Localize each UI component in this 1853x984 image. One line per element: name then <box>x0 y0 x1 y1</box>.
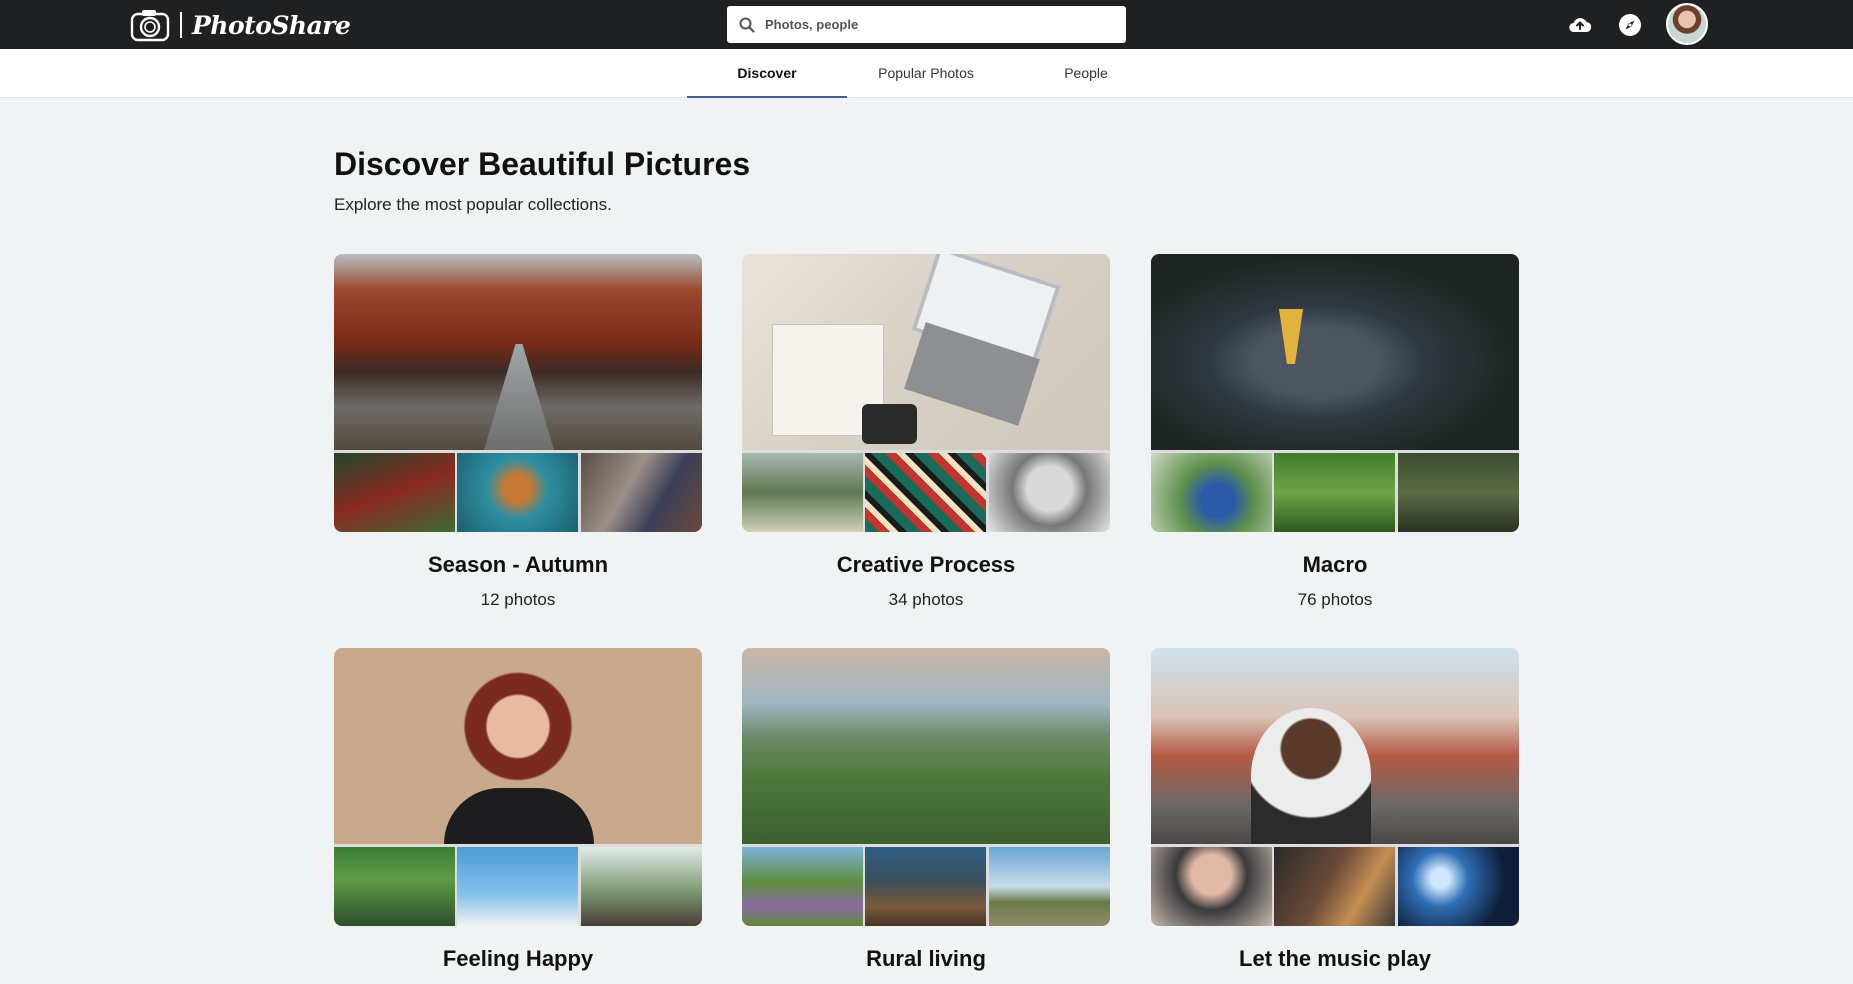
search-icon <box>739 17 755 33</box>
collection-thumbnail[interactable] <box>989 453 1110 532</box>
collection-thumbnail[interactable] <box>865 453 986 532</box>
collection-card[interactable]: Creative Process 34 photos <box>742 254 1110 610</box>
collection-title[interactable]: Season - Autumn <box>334 552 702 578</box>
collection-cover-image[interactable] <box>334 648 702 844</box>
collection-title[interactable]: Feeling Happy <box>334 946 702 972</box>
collection-mosaic[interactable] <box>334 648 702 926</box>
collection-mosaic[interactable] <box>742 648 1110 926</box>
tab-popular-photos[interactable]: Popular Photos <box>846 49 1006 98</box>
collection-cover-image[interactable] <box>1151 254 1519 450</box>
search-box[interactable] <box>727 6 1126 43</box>
brand-divider <box>180 12 182 38</box>
search-input[interactable] <box>763 16 1107 33</box>
collection-thumbnail[interactable] <box>334 847 455 926</box>
collection-mosaic[interactable] <box>1151 648 1519 926</box>
collection-mosaic[interactable] <box>1151 254 1519 532</box>
camera-logo-icon <box>130 10 170 42</box>
collection-thumbnail[interactable] <box>1398 847 1519 926</box>
collection-title[interactable]: Creative Process <box>742 552 1110 578</box>
collection-thumbnail[interactable] <box>1151 453 1272 532</box>
collection-card[interactable]: Season - Autumn 12 photos <box>334 254 702 610</box>
tab-people[interactable]: People <box>1006 49 1166 98</box>
upload-cloud-icon[interactable] <box>1567 12 1593 38</box>
collection-thumbnail[interactable] <box>457 847 578 926</box>
collection-mosaic[interactable] <box>334 254 702 532</box>
page-title: Discover Beautiful Pictures <box>334 146 751 182</box>
brand-name: PhotoShare <box>192 10 351 40</box>
collection-thumbnail[interactable] <box>1274 453 1395 532</box>
user-avatar[interactable] <box>1666 3 1708 45</box>
collection-title[interactable]: Let the music play <box>1151 946 1519 972</box>
collection-cover-image[interactable] <box>742 648 1110 844</box>
collection-cover-image[interactable] <box>334 254 702 450</box>
collection-thumbnail[interactable] <box>457 453 578 532</box>
top-navigation-bar: PhotoShare <box>0 0 1853 49</box>
collection-title[interactable]: Rural living <box>742 946 1110 972</box>
tab-discover[interactable]: Discover <box>687 49 847 98</box>
collection-thumbnail[interactable] <box>865 847 986 926</box>
collection-card[interactable]: Macro 76 photos <box>1151 254 1519 610</box>
collection-thumbnail[interactable] <box>334 453 455 532</box>
collection-title[interactable]: Macro <box>1151 552 1519 578</box>
collection-thumbnail[interactable] <box>1398 453 1519 532</box>
collection-photo-count: 12 photos <box>480 590 556 609</box>
collection-thumbnail[interactable] <box>581 453 702 532</box>
collection-thumbnail[interactable] <box>1151 847 1272 926</box>
collection-cover-image[interactable] <box>742 254 1110 450</box>
compass-icon[interactable] <box>1617 12 1643 38</box>
collection-photo-count: 76 photos <box>1297 590 1373 609</box>
collection-thumbnail[interactable] <box>989 847 1110 926</box>
collection-mosaic[interactable] <box>742 254 1110 532</box>
collection-card[interactable]: Feeling Happy <box>334 648 702 984</box>
collection-cover-image[interactable] <box>1151 648 1519 844</box>
collection-photo-count: 34 photos <box>888 590 964 609</box>
collection-thumbnail[interactable] <box>742 847 863 926</box>
collection-card[interactable]: Rural living <box>742 648 1110 984</box>
page-subtitle: Explore the most popular collections. <box>334 195 612 214</box>
collection-thumbnail[interactable] <box>742 453 863 532</box>
section-tabs: Discover Popular Photos People <box>0 49 1853 98</box>
brand-logo[interactable]: PhotoShare <box>130 8 351 42</box>
collection-thumbnail[interactable] <box>581 847 702 926</box>
collection-card[interactable]: Let the music play <box>1151 648 1519 984</box>
collection-thumbnail[interactable] <box>1274 847 1395 926</box>
